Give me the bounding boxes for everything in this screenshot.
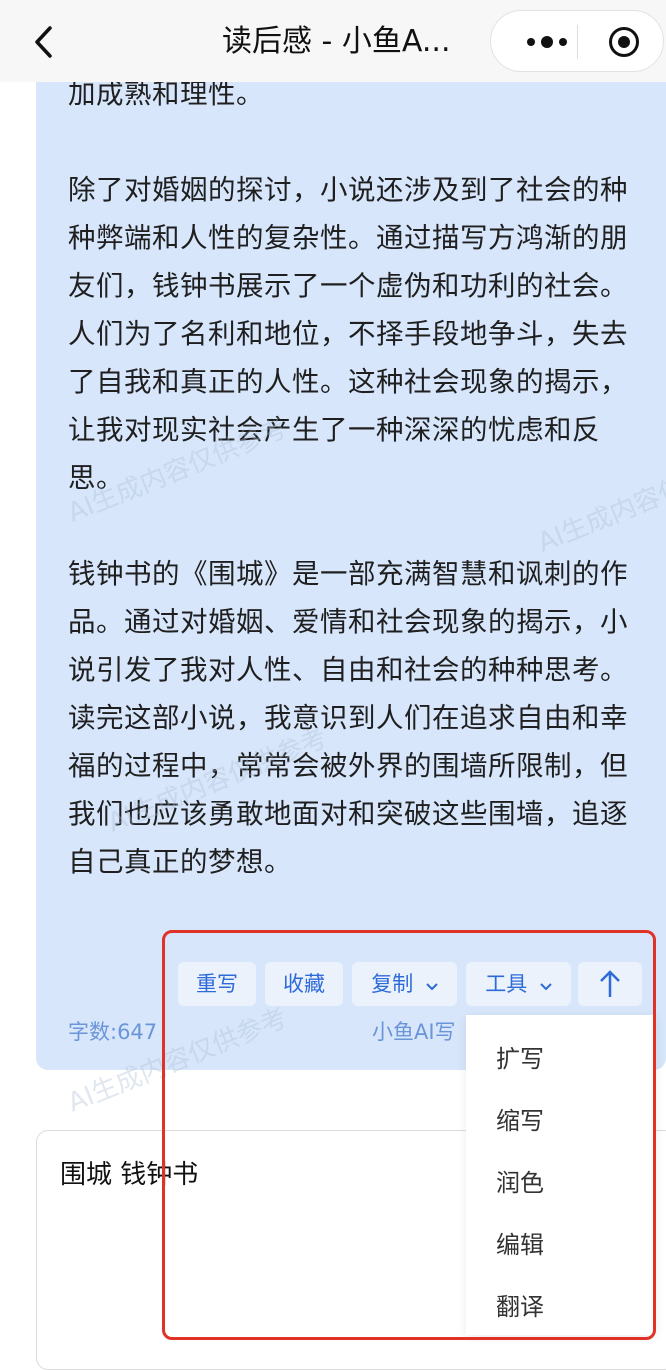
menu-item-expand[interactable]: 扩写 <box>496 1041 544 1077</box>
page-title: 读后感 - 小鱼A... <box>222 24 451 59</box>
favorite-label: 收藏 <box>283 972 325 996</box>
scroll-up-button[interactable] <box>578 962 642 1006</box>
tools-button[interactable]: 工具 <box>466 962 571 1006</box>
word-count: 字数:647 <box>68 1020 158 1044</box>
nav-bar: 读后感 - 小鱼A... <box>0 0 666 82</box>
rewrite-button[interactable]: 重写 <box>178 962 256 1006</box>
rewrite-label: 重写 <box>196 972 238 996</box>
copy-button[interactable]: 复制 <box>352 962 457 1006</box>
menu-item-polish[interactable]: 润色 <box>496 1165 544 1201</box>
menu-item-translate[interactable]: 翻译 <box>496 1289 544 1325</box>
menu-item-edit[interactable]: 编辑 <box>496 1227 544 1263</box>
favorite-button[interactable]: 收藏 <box>265 962 343 1006</box>
brand-label: 小鱼AI写 <box>372 1020 456 1044</box>
more-dots-icon <box>527 36 567 48</box>
arrow-up-icon <box>600 970 620 997</box>
copy-label: 复制 <box>371 972 414 996</box>
capsule-divider <box>577 25 578 59</box>
tools-dropdown-menu: 扩写 缩写 润色 编辑 翻译 <box>466 1015 656 1335</box>
more-button[interactable] <box>517 25 577 59</box>
mini-program-capsule <box>490 10 664 72</box>
prompt-input-value[interactable]: 围城 钱钟书 <box>60 1154 198 1191</box>
result-paragraph: 除了对婚姻的探讨，小说还涉及到了社会的种种弊端和人性的复杂性。通过描写方鸿渐的朋… <box>68 174 628 494</box>
tools-label: 工具 <box>485 972 528 996</box>
chevron-left-icon <box>35 26 52 58</box>
result-paragraph: 钱钟书的《围城》是一部充满智慧和讽刺的作品。通过对婚姻、爱情和社会现象的揭示，小… <box>68 558 628 878</box>
close-mini-program-button[interactable] <box>609 27 639 57</box>
back-button[interactable] <box>26 22 62 62</box>
menu-item-condense[interactable]: 缩写 <box>496 1103 544 1139</box>
chevron-down-icon <box>421 979 438 995</box>
chevron-down-icon <box>535 979 552 995</box>
